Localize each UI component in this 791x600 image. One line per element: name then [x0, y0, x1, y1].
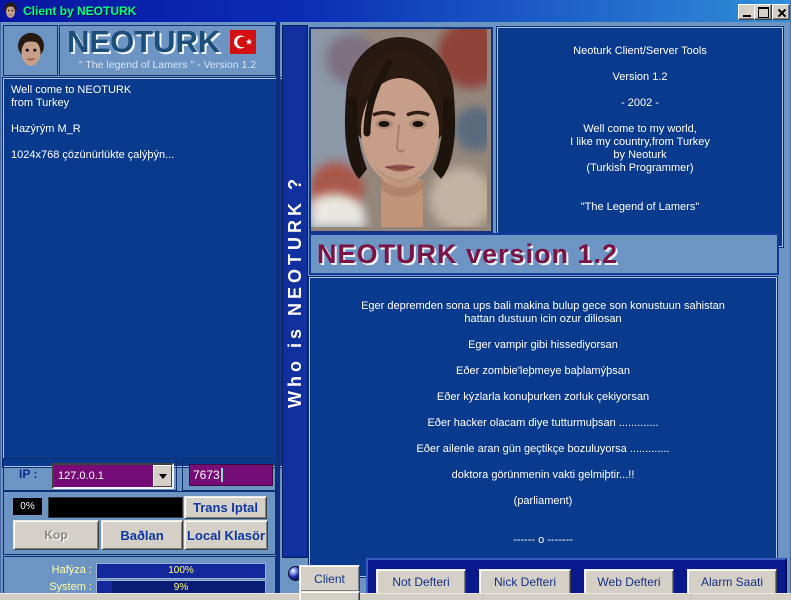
local-klasor-button[interactable]: Local Klasör [184, 520, 268, 550]
chevron-down-icon [159, 474, 167, 483]
message-line: Eðer hacker olacam diye tutturmuþsan ...… [310, 417, 776, 430]
info-line [498, 84, 782, 97]
column-divider [276, 22, 280, 600]
message-line [310, 430, 776, 443]
welcome-box: Well come to NEOTURK from Turkey Hazýrým… [3, 78, 290, 467]
info-line [498, 175, 782, 188]
welcome-line: 1024x768 çözünürlükte çalýþýn... [11, 149, 282, 162]
maximize-icon [758, 7, 769, 18]
welcome-line: Hazýrým M_R [11, 123, 282, 136]
transfer-progress-bar [48, 497, 183, 518]
logo-box: NEOTURK " The legend of Lamers " - Versi… [59, 25, 276, 76]
info-line: Well come to my world, [498, 123, 782, 136]
message-line: Eger vampir gibi hissediyorsan [310, 339, 776, 352]
close-icon [777, 8, 786, 17]
message-line [310, 508, 776, 521]
welcome-line [11, 110, 282, 123]
transfer-panel: 0% Trans Iptal Kop Baðlan Local Klasör [3, 491, 276, 555]
ip-combobox[interactable]: 127.0.0.1 [52, 463, 174, 489]
window-title: Client by NEOTURK [23, 4, 136, 18]
welcome-line [11, 136, 282, 149]
port-input[interactable]: 7673 [189, 464, 273, 486]
background-window-edge [0, 593, 791, 600]
ip-label: IP : [19, 467, 37, 481]
message-line [310, 352, 776, 365]
message-line [310, 326, 776, 339]
trans-iptal-button[interactable]: Trans Iptal [184, 496, 267, 519]
message-line: hattan dustuun icin ozur diliosan [310, 313, 776, 326]
info-line: I like my country,from Turkey [498, 136, 782, 149]
avatar-face-icon [15, 32, 47, 70]
info-line: Version 1.2 [498, 71, 782, 84]
info-line [498, 110, 782, 123]
close-button[interactable] [772, 4, 790, 20]
ip-dropdown-button[interactable] [153, 465, 172, 487]
welcome-line: from Turkey [11, 97, 282, 110]
partial-button[interactable] [299, 591, 360, 600]
memory-label: Hafýza : [32, 564, 92, 576]
welcome-line: Well come to NEOTURK [11, 84, 282, 97]
message-line [310, 404, 776, 417]
info-line [498, 188, 782, 201]
info-line: (Turkish Programmer) [498, 162, 782, 175]
memory-bar: 100% [96, 563, 266, 579]
info-line: "The Legend of Lamers" [498, 201, 782, 214]
message-line [310, 482, 776, 495]
message-line: Eðer ailenle aran gün geçtikçe bozuluyor… [310, 443, 776, 456]
port-panel: 7673 [182, 458, 276, 491]
titlebar[interactable]: Client by NEOTURK [0, 0, 791, 22]
portrait-photo [309, 27, 493, 233]
alarm-saati-button[interactable]: Alarm Saati [687, 569, 777, 595]
info-line: - 2002 - [498, 97, 782, 110]
message-line [310, 378, 776, 391]
not-defteri-button[interactable]: Not Defteri [376, 569, 466, 595]
transfer-progress-label: 0% [13, 498, 42, 515]
message-line [310, 521, 776, 534]
version-banner-text: NEOTURK version 1.2 [311, 239, 618, 270]
client-button[interactable]: Client [299, 565, 360, 592]
message-line: Eger depremden sona ups bali makina bulu… [310, 300, 776, 313]
logo-title: NEOTURK [67, 24, 220, 60]
vertical-banner: Who is NEOTURK ? [282, 25, 308, 558]
message-line: Eðer zombie'leþmeye baþlamýþsan [310, 365, 776, 378]
port-value: 7673 [193, 468, 220, 482]
minimize-icon [743, 15, 751, 17]
woman-portrait-image [311, 29, 487, 227]
ip-panel: IP : 127.0.0.1 [3, 458, 177, 491]
app-face-icon [3, 2, 18, 20]
nick-defteri-button[interactable]: Nick Defteri [479, 569, 571, 595]
baglan-button[interactable]: Baðlan [101, 520, 183, 550]
ip-value: 127.0.0.1 [54, 465, 153, 487]
logo-subtitle: " The legend of Lamers " - Version 1.2 [60, 59, 275, 71]
message-line: (parliament) [310, 495, 776, 508]
info-line: by Neoturk [498, 149, 782, 162]
turkish-flag-icon [230, 30, 256, 54]
web-defteri-button[interactable]: Web Defteri [584, 569, 674, 595]
message-line: ------ o ------- [310, 534, 776, 547]
kop-button[interactable]: Kop [13, 520, 99, 550]
message-line: Eðer kýzlarla konuþurken zorluk çekiyors… [310, 391, 776, 404]
info-box: Neoturk Client/Server Tools Version 1.2 … [497, 27, 783, 247]
version-banner: NEOTURK version 1.2 [309, 233, 779, 275]
maximize-button[interactable] [754, 4, 772, 20]
vertical-banner-text: Who is NEOTURK ? [285, 175, 306, 408]
memory-value: 100% [97, 564, 265, 577]
system-label: System : [32, 581, 92, 593]
message-box: Eger depremden sona ups bali makina bulu… [309, 277, 777, 577]
message-line [310, 456, 776, 469]
message-line: doktora görünmenin vakti gelmiþtir...!! [310, 469, 776, 482]
text-caret [221, 468, 223, 482]
app-window: Client by NEOTURK NEOTURK " The legend o… [0, 0, 791, 600]
avatar [3, 25, 58, 76]
info-line [498, 58, 782, 71]
info-line: Neoturk Client/Server Tools [498, 45, 782, 58]
